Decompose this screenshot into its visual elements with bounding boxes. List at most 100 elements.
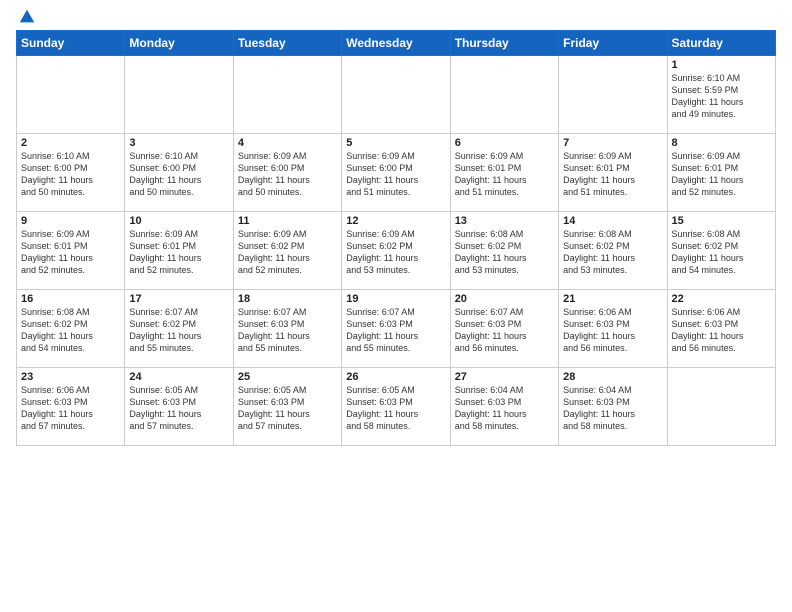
day-number: 20 <box>455 293 554 305</box>
day-info: Sunrise: 6:10 AM Sunset: 6:00 PM Dayligh… <box>21 150 120 199</box>
day-info: Sunrise: 6:07 AM Sunset: 6:03 PM Dayligh… <box>455 306 554 355</box>
page: SundayMondayTuesdayWednesdayThursdayFrid… <box>0 0 792 612</box>
day-number: 25 <box>238 371 337 383</box>
day-cell: 11Sunrise: 6:09 AM Sunset: 6:02 PM Dayli… <box>233 212 341 290</box>
day-cell: 27Sunrise: 6:04 AM Sunset: 6:03 PM Dayli… <box>450 368 558 446</box>
day-info: Sunrise: 6:08 AM Sunset: 6:02 PM Dayligh… <box>672 228 771 277</box>
day-info: Sunrise: 6:04 AM Sunset: 6:03 PM Dayligh… <box>455 384 554 433</box>
day-info: Sunrise: 6:06 AM Sunset: 6:03 PM Dayligh… <box>672 306 771 355</box>
week-row-5: 23Sunrise: 6:06 AM Sunset: 6:03 PM Dayli… <box>17 368 776 446</box>
day-cell: 2Sunrise: 6:10 AM Sunset: 6:00 PM Daylig… <box>17 134 125 212</box>
day-info: Sunrise: 6:09 AM Sunset: 6:00 PM Dayligh… <box>346 150 445 199</box>
day-info: Sunrise: 6:05 AM Sunset: 6:03 PM Dayligh… <box>346 384 445 433</box>
week-row-1: 1Sunrise: 6:10 AM Sunset: 5:59 PM Daylig… <box>17 56 776 134</box>
day-header-monday: Monday <box>125 31 233 56</box>
day-cell <box>450 56 558 134</box>
day-cell: 21Sunrise: 6:06 AM Sunset: 6:03 PM Dayli… <box>559 290 667 368</box>
day-cell: 28Sunrise: 6:04 AM Sunset: 6:03 PM Dayli… <box>559 368 667 446</box>
day-info: Sunrise: 6:09 AM Sunset: 6:01 PM Dayligh… <box>563 150 662 199</box>
day-number: 22 <box>672 293 771 305</box>
day-cell: 5Sunrise: 6:09 AM Sunset: 6:00 PM Daylig… <box>342 134 450 212</box>
day-number: 9 <box>21 215 120 227</box>
day-number: 8 <box>672 137 771 149</box>
day-header-saturday: Saturday <box>667 31 775 56</box>
day-cell: 17Sunrise: 6:07 AM Sunset: 6:02 PM Dayli… <box>125 290 233 368</box>
day-info: Sunrise: 6:07 AM Sunset: 6:02 PM Dayligh… <box>129 306 228 355</box>
day-info: Sunrise: 6:08 AM Sunset: 6:02 PM Dayligh… <box>563 228 662 277</box>
day-number: 1 <box>672 59 771 71</box>
day-cell <box>559 56 667 134</box>
day-info: Sunrise: 6:10 AM Sunset: 6:00 PM Dayligh… <box>129 150 228 199</box>
day-cell <box>17 56 125 134</box>
day-info: Sunrise: 6:08 AM Sunset: 6:02 PM Dayligh… <box>21 306 120 355</box>
day-number: 13 <box>455 215 554 227</box>
day-number: 12 <box>346 215 445 227</box>
day-cell <box>233 56 341 134</box>
day-number: 2 <box>21 137 120 149</box>
day-cell <box>125 56 233 134</box>
day-number: 28 <box>563 371 662 383</box>
day-info: Sunrise: 6:08 AM Sunset: 6:02 PM Dayligh… <box>455 228 554 277</box>
day-number: 6 <box>455 137 554 149</box>
logo <box>16 16 36 24</box>
day-cell: 25Sunrise: 6:05 AM Sunset: 6:03 PM Dayli… <box>233 368 341 446</box>
day-cell: 10Sunrise: 6:09 AM Sunset: 6:01 PM Dayli… <box>125 212 233 290</box>
day-cell: 20Sunrise: 6:07 AM Sunset: 6:03 PM Dayli… <box>450 290 558 368</box>
day-header-wednesday: Wednesday <box>342 31 450 56</box>
days-header-row: SundayMondayTuesdayWednesdayThursdayFrid… <box>17 31 776 56</box>
day-info: Sunrise: 6:09 AM Sunset: 6:02 PM Dayligh… <box>346 228 445 277</box>
day-info: Sunrise: 6:05 AM Sunset: 6:03 PM Dayligh… <box>238 384 337 433</box>
day-number: 11 <box>238 215 337 227</box>
day-cell: 15Sunrise: 6:08 AM Sunset: 6:02 PM Dayli… <box>667 212 775 290</box>
week-row-4: 16Sunrise: 6:08 AM Sunset: 6:02 PM Dayli… <box>17 290 776 368</box>
day-info: Sunrise: 6:09 AM Sunset: 6:01 PM Dayligh… <box>455 150 554 199</box>
day-info: Sunrise: 6:10 AM Sunset: 5:59 PM Dayligh… <box>672 72 771 121</box>
day-header-sunday: Sunday <box>17 31 125 56</box>
day-number: 10 <box>129 215 228 227</box>
day-number: 24 <box>129 371 228 383</box>
day-number: 3 <box>129 137 228 149</box>
day-number: 18 <box>238 293 337 305</box>
day-number: 21 <box>563 293 662 305</box>
day-cell: 13Sunrise: 6:08 AM Sunset: 6:02 PM Dayli… <box>450 212 558 290</box>
day-header-tuesday: Tuesday <box>233 31 341 56</box>
day-number: 26 <box>346 371 445 383</box>
day-number: 4 <box>238 137 337 149</box>
day-number: 27 <box>455 371 554 383</box>
day-cell: 8Sunrise: 6:09 AM Sunset: 6:01 PM Daylig… <box>667 134 775 212</box>
logo-icon <box>18 8 36 26</box>
day-info: Sunrise: 6:09 AM Sunset: 6:02 PM Dayligh… <box>238 228 337 277</box>
day-cell: 22Sunrise: 6:06 AM Sunset: 6:03 PM Dayli… <box>667 290 775 368</box>
day-cell: 23Sunrise: 6:06 AM Sunset: 6:03 PM Dayli… <box>17 368 125 446</box>
day-info: Sunrise: 6:05 AM Sunset: 6:03 PM Dayligh… <box>129 384 228 433</box>
day-info: Sunrise: 6:04 AM Sunset: 6:03 PM Dayligh… <box>563 384 662 433</box>
day-header-friday: Friday <box>559 31 667 56</box>
day-cell: 1Sunrise: 6:10 AM Sunset: 5:59 PM Daylig… <box>667 56 775 134</box>
day-cell: 7Sunrise: 6:09 AM Sunset: 6:01 PM Daylig… <box>559 134 667 212</box>
day-number: 17 <box>129 293 228 305</box>
day-cell: 16Sunrise: 6:08 AM Sunset: 6:02 PM Dayli… <box>17 290 125 368</box>
day-number: 7 <box>563 137 662 149</box>
day-cell: 19Sunrise: 6:07 AM Sunset: 6:03 PM Dayli… <box>342 290 450 368</box>
week-row-3: 9Sunrise: 6:09 AM Sunset: 6:01 PM Daylig… <box>17 212 776 290</box>
day-info: Sunrise: 6:09 AM Sunset: 6:01 PM Dayligh… <box>672 150 771 199</box>
day-cell: 9Sunrise: 6:09 AM Sunset: 6:01 PM Daylig… <box>17 212 125 290</box>
day-cell: 6Sunrise: 6:09 AM Sunset: 6:01 PM Daylig… <box>450 134 558 212</box>
day-number: 5 <box>346 137 445 149</box>
day-cell: 24Sunrise: 6:05 AM Sunset: 6:03 PM Dayli… <box>125 368 233 446</box>
day-cell: 26Sunrise: 6:05 AM Sunset: 6:03 PM Dayli… <box>342 368 450 446</box>
day-cell: 4Sunrise: 6:09 AM Sunset: 6:00 PM Daylig… <box>233 134 341 212</box>
day-cell: 18Sunrise: 6:07 AM Sunset: 6:03 PM Dayli… <box>233 290 341 368</box>
week-row-2: 2Sunrise: 6:10 AM Sunset: 6:00 PM Daylig… <box>17 134 776 212</box>
day-number: 23 <box>21 371 120 383</box>
header <box>16 12 776 24</box>
day-cell: 14Sunrise: 6:08 AM Sunset: 6:02 PM Dayli… <box>559 212 667 290</box>
day-header-thursday: Thursday <box>450 31 558 56</box>
day-cell <box>667 368 775 446</box>
day-number: 16 <box>21 293 120 305</box>
day-info: Sunrise: 6:06 AM Sunset: 6:03 PM Dayligh… <box>21 384 120 433</box>
day-number: 15 <box>672 215 771 227</box>
day-cell: 3Sunrise: 6:10 AM Sunset: 6:00 PM Daylig… <box>125 134 233 212</box>
day-info: Sunrise: 6:07 AM Sunset: 6:03 PM Dayligh… <box>346 306 445 355</box>
calendar-table: SundayMondayTuesdayWednesdayThursdayFrid… <box>16 30 776 446</box>
